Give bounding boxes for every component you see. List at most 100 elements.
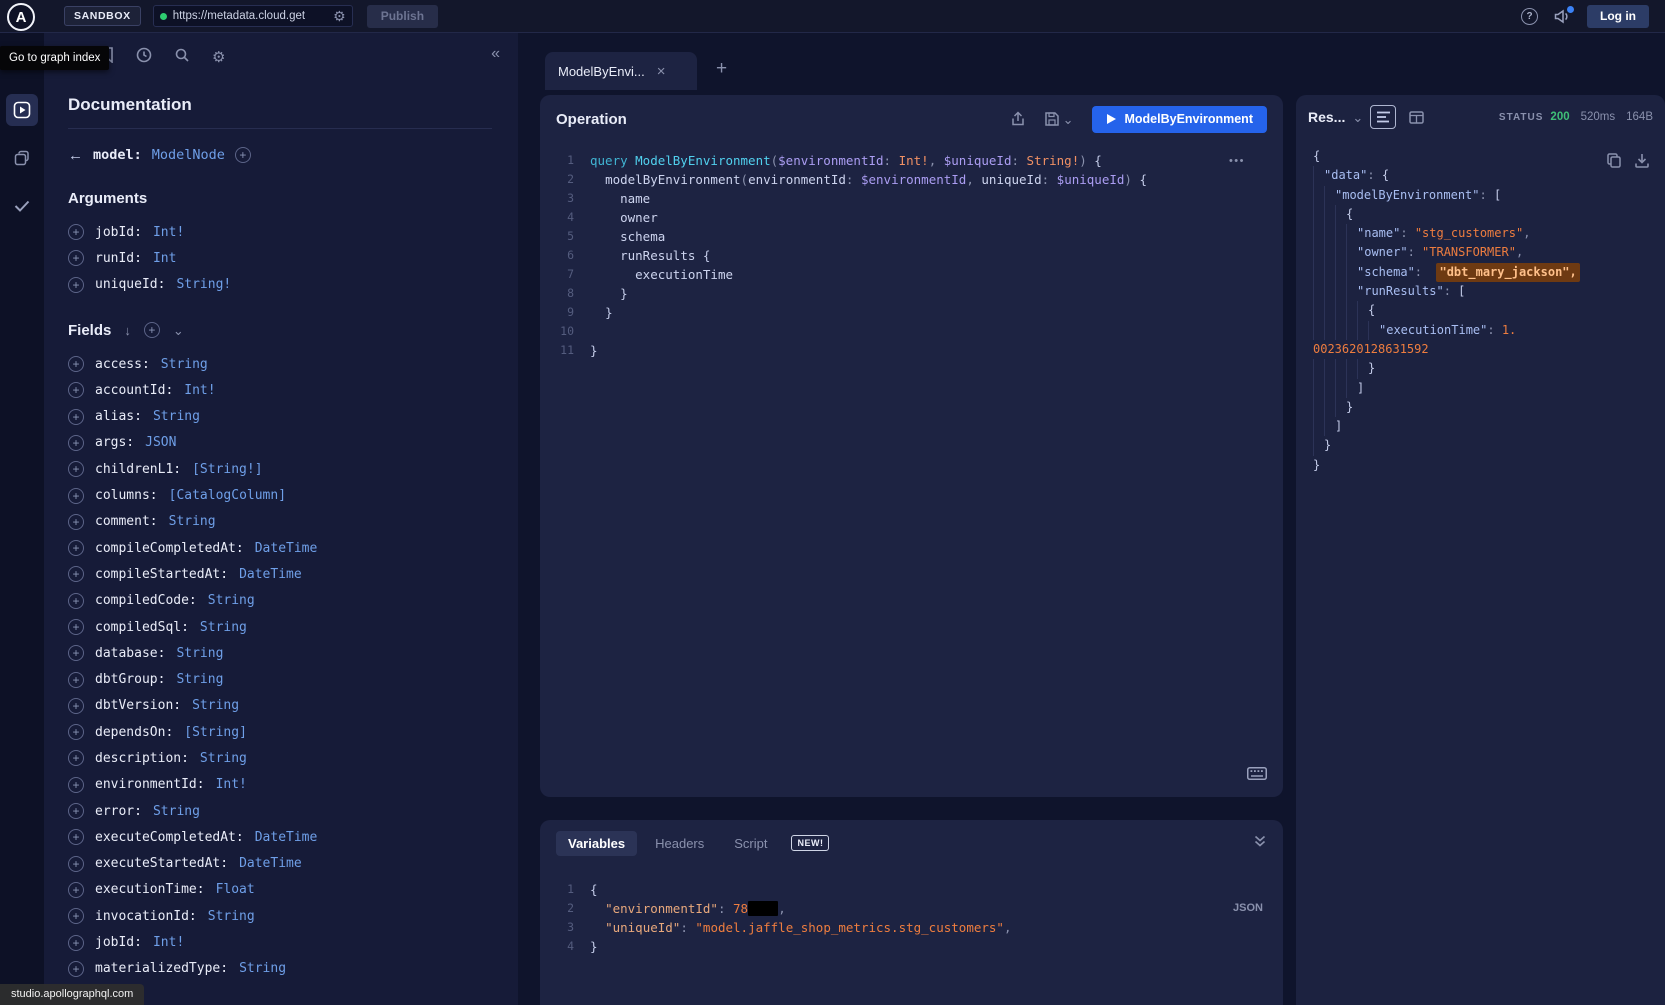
field-type[interactable]: String [169, 514, 216, 529]
tab-variables[interactable]: Variables [556, 831, 637, 856]
model-type[interactable]: ModelNode [152, 147, 225, 163]
connection-settings-icon[interactable]: ⚙ [333, 9, 346, 23]
add-field-button[interactable]: + [68, 488, 84, 504]
field-type[interactable]: String! [176, 277, 231, 292]
add-field-button[interactable]: + [68, 409, 84, 425]
field-type[interactable]: String [192, 698, 239, 713]
tab-script[interactable]: Script [722, 831, 779, 856]
variables-editor[interactable]: 1{2 "environmentId": 78 ,3 "uniqueId": "… [548, 872, 1275, 1005]
field-type[interactable]: String [200, 751, 247, 766]
add-field-button[interactable]: + [68, 435, 84, 451]
add-field-button[interactable]: + [68, 856, 84, 872]
field-type[interactable]: DateTime [255, 830, 318, 845]
field-name[interactable]: error: [95, 804, 142, 819]
field-name[interactable]: compileStartedAt: [95, 567, 228, 582]
field-type[interactable]: Int! [153, 935, 184, 950]
field-name[interactable]: environmentId: [95, 777, 205, 792]
add-field-button[interactable]: + [68, 882, 84, 898]
collapse-panel-icon[interactable] [1253, 834, 1267, 853]
add-field-button[interactable]: + [68, 461, 84, 477]
endpoint-url-input[interactable]: https://metadata.cloud.get ⚙ [153, 5, 353, 27]
field-type[interactable]: String [208, 909, 255, 924]
field-name[interactable]: alias: [95, 409, 142, 424]
field-name[interactable]: jobId: [95, 225, 142, 240]
field-type[interactable]: String [161, 357, 208, 372]
add-field-button[interactable]: + [68, 356, 84, 372]
announcements-icon[interactable] [1554, 9, 1571, 24]
save-icon[interactable]: ⌄ [1044, 111, 1074, 127]
operation-tab[interactable]: ModelByEnvi... × [545, 52, 697, 90]
field-type[interactable]: DateTime [255, 541, 318, 556]
add-field-button[interactable]: + [68, 908, 84, 924]
field-name[interactable]: database: [95, 646, 165, 661]
field-name[interactable]: description: [95, 751, 189, 766]
field-name[interactable]: dbtVersion: [95, 698, 181, 713]
add-field-button[interactable]: + [68, 803, 84, 819]
field-type[interactable]: String [176, 672, 223, 687]
response-dropdown-icon[interactable]: ⌄ [1352, 111, 1363, 124]
field-name[interactable]: executionTime: [95, 882, 205, 897]
search-icon[interactable] [174, 47, 190, 68]
add-field-button[interactable]: + [68, 224, 84, 240]
tab-headers[interactable]: Headers [643, 831, 716, 856]
field-name[interactable]: dependsOn: [95, 725, 173, 740]
field-type[interactable]: Int [153, 251, 176, 266]
checklist-button[interactable] [6, 190, 38, 222]
back-icon[interactable]: ← [68, 147, 83, 164]
field-type[interactable]: [CatalogColumn] [169, 488, 286, 503]
add-field-button[interactable]: + [68, 277, 84, 293]
gear-icon[interactable]: ⚙ [212, 50, 225, 65]
add-field-button[interactable]: + [68, 540, 84, 556]
add-field-button[interactable]: + [68, 566, 84, 582]
run-operation-button[interactable]: ModelByEnvironment [1092, 106, 1268, 133]
field-type[interactable]: Int! [184, 383, 215, 398]
add-field-button[interactable]: + [68, 250, 84, 266]
add-field-button[interactable]: + [68, 935, 84, 951]
field-type[interactable]: [String!] [192, 462, 262, 477]
field-type[interactable]: DateTime [239, 567, 302, 582]
field-type[interactable]: String [200, 620, 247, 635]
field-type[interactable]: String [153, 409, 200, 424]
operation-editor[interactable]: 1query ModelByEnvironment($environmentId… [548, 143, 1275, 761]
field-type[interactable]: String [208, 593, 255, 608]
add-field-button[interactable]: + [68, 961, 84, 977]
field-name[interactable]: compileCompletedAt: [95, 541, 244, 556]
field-name[interactable]: executeStartedAt: [95, 856, 228, 871]
field-type[interactable]: Float [216, 882, 255, 897]
share-icon[interactable] [1010, 111, 1026, 127]
field-type[interactable]: String [176, 646, 223, 661]
add-field-button[interactable]: + [68, 777, 84, 793]
apollo-logo[interactable]: A [7, 3, 35, 31]
field-type[interactable]: [String] [184, 725, 247, 740]
field-name[interactable]: args: [95, 435, 134, 450]
response-body[interactable]: {"data": {"modelByEnvironment": [{"name"… [1309, 147, 1659, 1005]
field-name[interactable]: uniqueId: [95, 277, 165, 292]
save-dropdown-icon[interactable]: ⌄ [1063, 113, 1074, 126]
add-field-button[interactable]: + [68, 382, 84, 398]
field-name[interactable]: dbtGroup: [95, 672, 165, 687]
login-button[interactable]: Log in [1587, 5, 1649, 28]
field-name[interactable]: executeCompletedAt: [95, 830, 244, 845]
collections-button[interactable] [6, 142, 38, 174]
field-name[interactable]: runId: [95, 251, 142, 266]
field-name[interactable]: comment: [95, 514, 158, 529]
publish-button[interactable]: Publish [367, 5, 438, 28]
add-field-button[interactable]: + [68, 593, 84, 609]
field-type[interactable]: String [153, 804, 200, 819]
table-view-icon[interactable] [1403, 105, 1429, 129]
close-tab-icon[interactable]: × [657, 63, 666, 80]
field-name[interactable]: columns: [95, 488, 158, 503]
history-icon[interactable] [136, 47, 152, 68]
sort-fields-icon[interactable]: ↓ [124, 324, 131, 337]
field-name[interactable]: access: [95, 357, 150, 372]
field-type[interactable]: Int! [216, 777, 247, 792]
field-name[interactable]: invocationId: [95, 909, 197, 924]
add-field-button[interactable]: + [68, 514, 84, 530]
add-field-button[interactable]: + [68, 698, 84, 714]
add-field-button[interactable]: + [68, 829, 84, 845]
field-type[interactable]: Int! [153, 225, 184, 240]
add-field-button[interactable]: + [68, 672, 84, 688]
add-all-fields-button[interactable]: + [144, 322, 160, 338]
field-name[interactable]: compiledSql: [95, 620, 189, 635]
chevron-down-icon[interactable]: ⌄ [173, 324, 184, 337]
